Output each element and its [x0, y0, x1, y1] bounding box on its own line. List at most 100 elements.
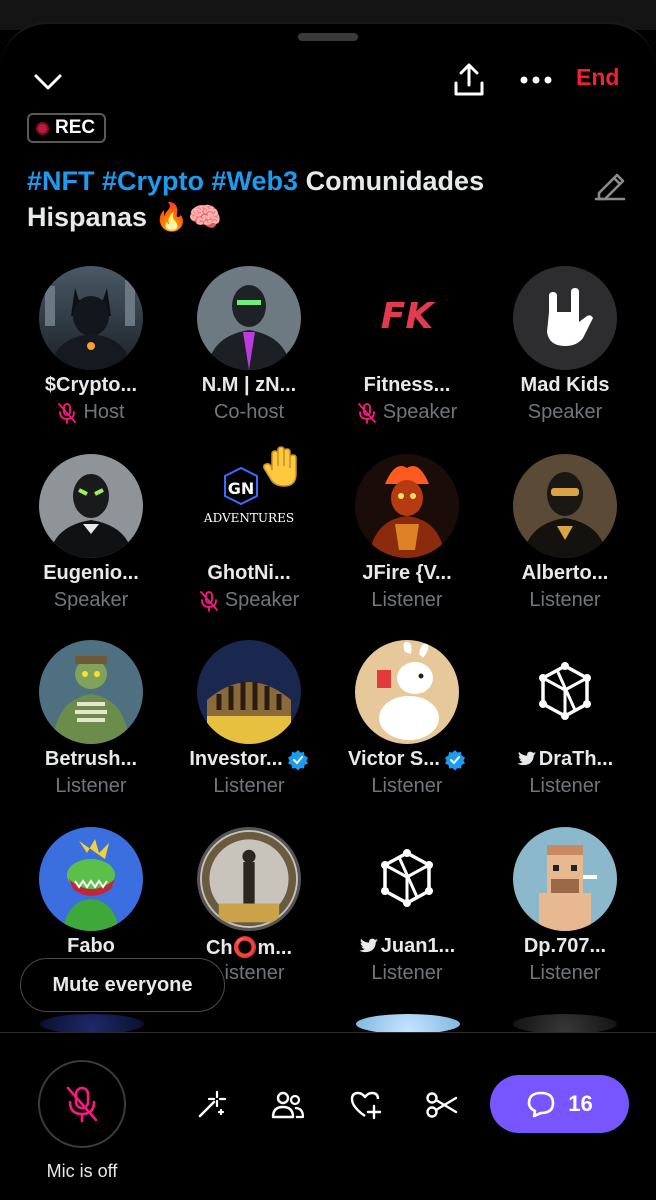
participant-name-text: GhotNi... — [207, 562, 291, 584]
participant-name: N.M | zN... — [170, 374, 328, 397]
space-title: #NFT #Crypto #Web3 Comunidades Hispanas … — [27, 163, 587, 235]
svg-text:ADVENTURES: ADVENTURES — [203, 511, 294, 525]
verified-badge-icon — [287, 749, 308, 771]
suit-figure-avatar[interactable] — [197, 266, 301, 370]
bat-suit-avatar[interactable] — [39, 266, 143, 370]
participant-role-text: Listener — [529, 775, 601, 797]
participant-role: Listener — [328, 962, 486, 985]
participant-5[interactable]: Eugenio... Speaker — [12, 454, 170, 619]
participant-1[interactable]: $Crypto... Host — [12, 266, 170, 431]
comments-button[interactable]: 16 — [490, 1075, 629, 1133]
participant-10[interactable]: Investor... Listener — [170, 640, 328, 805]
share-icon — [454, 63, 484, 96]
pencil-icon — [594, 173, 626, 201]
green-skeleton-avatar[interactable] — [39, 640, 143, 744]
participant-role-text: Listener — [371, 589, 443, 611]
participant-6[interactable]: GN ADVENTURES GhotNi... Speaker — [170, 446, 328, 619]
share-button[interactable] — [447, 58, 491, 102]
clip-button[interactable] — [422, 1085, 462, 1125]
participant-avatar-partial[interactable] — [40, 1014, 144, 1034]
top-bar: End — [0, 56, 656, 106]
participant-avatar-partial[interactable] — [356, 1014, 460, 1034]
participant-15[interactable]: Juan1... Listener — [328, 827, 486, 992]
participant-11[interactable]: Victor S... Listener — [328, 640, 486, 805]
colosseum-avatar[interactable] — [197, 640, 301, 744]
participant-name-text: Betrush... — [44, 748, 138, 770]
heart-plus-icon — [350, 1091, 382, 1120]
mic-off-icon — [58, 402, 77, 424]
participant-name-text: Ch⭕m... — [205, 937, 292, 959]
fire-warrior-avatar[interactable] — [355, 454, 459, 558]
sheet-grabber[interactable] — [298, 33, 358, 41]
green-dragon-avatar[interactable] — [39, 827, 143, 931]
magic-wand-icon — [198, 1090, 227, 1118]
participant-name: Dp.707... — [486, 935, 644, 958]
participant-role: Speaker — [12, 589, 170, 612]
rock-hand-avatar[interactable] — [513, 266, 617, 370]
raised-hand-indicator — [260, 444, 300, 493]
participant-role-text: Co-host — [213, 401, 285, 423]
participant-role-text: Speaker — [53, 589, 129, 611]
gas-mask-avatar[interactable] — [39, 454, 143, 558]
participant-name-text: Dp.707... — [523, 935, 607, 957]
participant-name: Fitness... — [328, 374, 486, 397]
participant-name-text: Mad Kids — [520, 374, 610, 396]
end-space-button[interactable]: End — [576, 64, 619, 91]
title-hashtags[interactable]: #NFT #Crypto #Web3 — [27, 166, 298, 196]
edit-title-button[interactable] — [588, 162, 632, 206]
participant-role: Listener — [486, 589, 644, 612]
participant-name: Mad Kids — [486, 374, 644, 397]
participant-name-text: Fitness... — [363, 374, 451, 396]
participant-7[interactable]: JFire {V... Listener — [328, 454, 486, 619]
participant-name: Victor S... — [328, 748, 486, 771]
mic-status-label: Mic is off — [46, 1161, 118, 1181]
participant-name-text: JFire {V... — [362, 562, 452, 584]
mute-everyone-button[interactable]: Mute everyone — [20, 958, 225, 1012]
participant-role: Listener — [486, 962, 644, 985]
participant-role-text: Listener — [213, 775, 285, 797]
svg-text:GN: GN — [228, 479, 255, 498]
participant-role-text: Speaker — [527, 401, 603, 423]
participant-name-text: N.M | zN... — [201, 374, 297, 396]
collapse-button[interactable] — [28, 62, 68, 102]
participant-avatar-partial[interactable] — [513, 1014, 617, 1034]
participant-role-text: Listener — [371, 962, 443, 984]
participant-9[interactable]: Betrush... Listener — [12, 640, 170, 805]
participant-16[interactable]: Dp.707... Listener — [486, 827, 644, 992]
participant-name: Eugenio... — [12, 562, 170, 585]
react-button[interactable] — [346, 1085, 386, 1125]
mic-off-icon — [199, 590, 218, 612]
participant-role: Listener — [12, 775, 170, 798]
cube-logo[interactable] — [355, 827, 459, 931]
participant-8[interactable]: Alberto... Listener — [486, 454, 644, 619]
gold-statue-avatar[interactable] — [197, 827, 301, 931]
participant-role-text: Listener — [529, 962, 601, 984]
fk-logo[interactable]: FK — [355, 266, 459, 370]
cube-logo[interactable] — [513, 640, 617, 744]
chevron-down-icon — [34, 74, 62, 90]
participant-name-text: Juan1... — [380, 935, 456, 957]
participant-name: GhotNi... — [170, 562, 328, 585]
participant-role-text: Speaker — [224, 589, 300, 611]
participant-2[interactable]: N.M | zN... Co-host — [170, 266, 328, 431]
participant-name-text: Investor... — [189, 748, 283, 770]
participant-name-text: Eugenio... — [43, 562, 139, 584]
participant-name-text: Alberto... — [521, 562, 609, 584]
comments-count: 16 — [568, 1091, 593, 1116]
participants-button[interactable] — [268, 1085, 308, 1125]
participant-4[interactable]: Mad Kids Speaker — [486, 266, 644, 431]
gold-helmet-avatar[interactable] — [513, 454, 617, 558]
recording-label: REC — [55, 117, 96, 138]
mic-toggle-button[interactable] — [38, 1060, 126, 1148]
participant-12[interactable]: DraTh... Listener — [486, 640, 644, 805]
more-icon — [520, 76, 552, 84]
participant-name-text: Fabo — [67, 935, 115, 957]
participant-role: Listener — [328, 589, 486, 612]
effects-button[interactable] — [191, 1085, 231, 1125]
white-rabbit-avatar[interactable] — [355, 640, 459, 744]
more-options-button[interactable] — [514, 58, 558, 102]
participant-name: DraTh... — [486, 748, 644, 771]
twitter-bird-icon — [359, 938, 378, 953]
participant-3[interactable]: FK Fitness... Speaker — [328, 266, 486, 431]
pixel-man-avatar[interactable] — [513, 827, 617, 931]
